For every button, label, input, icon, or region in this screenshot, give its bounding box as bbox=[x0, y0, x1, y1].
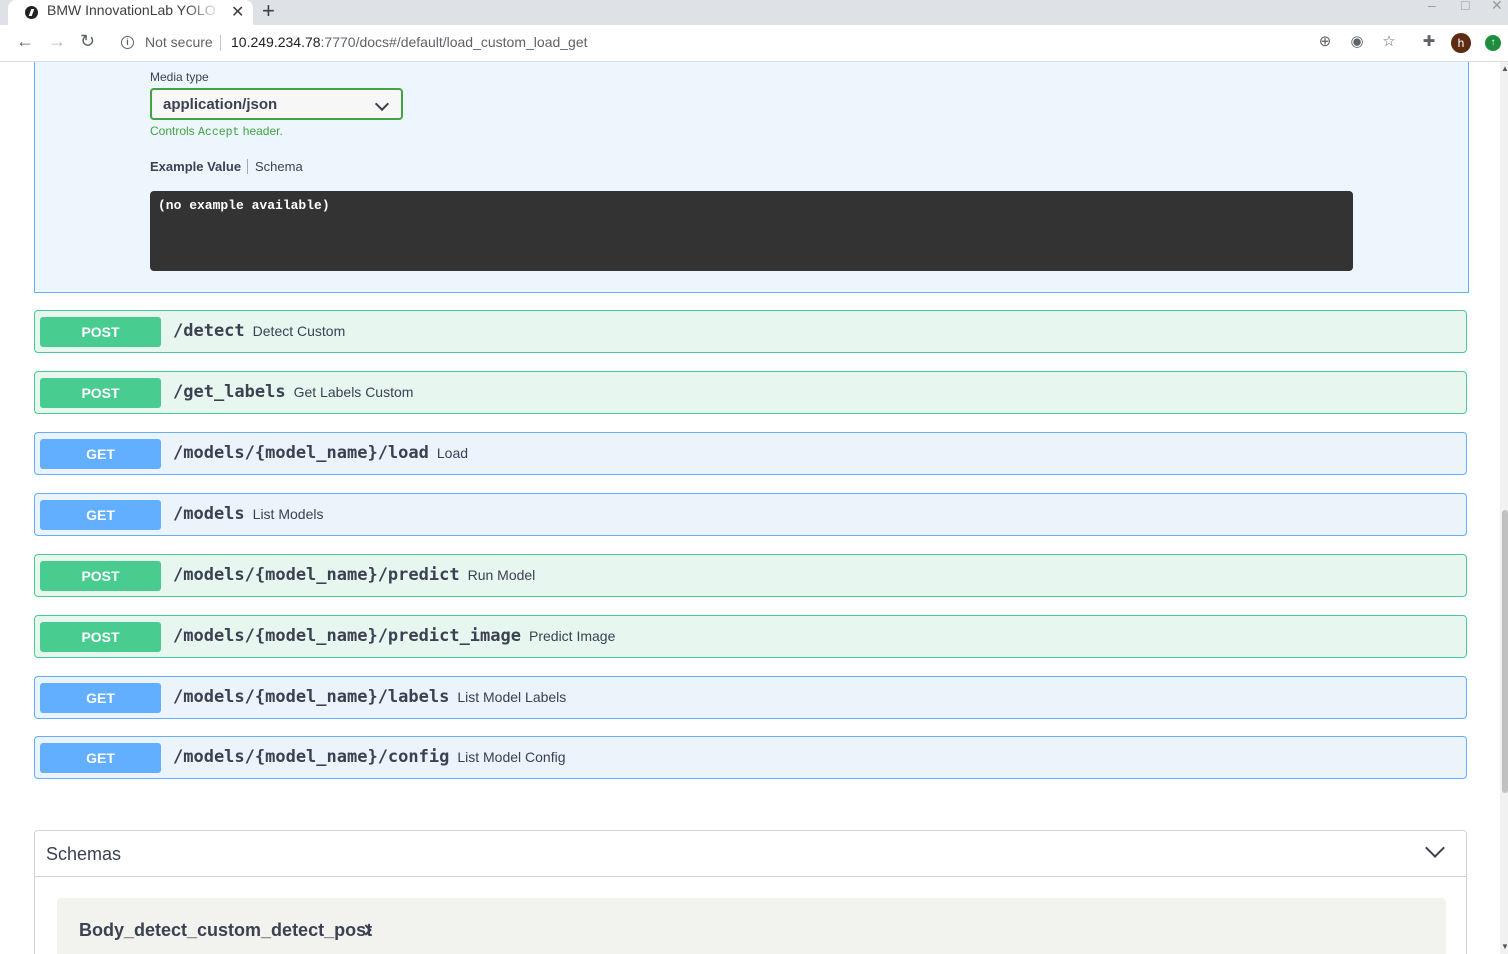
operation-row[interactable]: GET/models/{model_name}/config List Model… bbox=[34, 736, 1467, 779]
close-tab-icon[interactable]: ✕ bbox=[231, 2, 244, 22]
operation-path: /models List Models bbox=[173, 504, 323, 524]
schema-model-name: Body_detect_custom_detect_post bbox=[79, 920, 373, 940]
method-badge: POST bbox=[40, 378, 161, 408]
operation-path: /models/{model_name}/config List Model Co… bbox=[173, 747, 566, 767]
operation-summary: List Models bbox=[252, 506, 324, 522]
forward-arrow-icon[interactable]: → bbox=[48, 31, 66, 52]
operation-summary: Run Model bbox=[467, 567, 536, 583]
example-text: (no example available) bbox=[158, 198, 330, 213]
scroll-up-arrow-icon[interactable]: ▲ bbox=[1501, 64, 1508, 73]
schema-model[interactable]: Body_detect_custom_detect_post bbox=[57, 898, 1446, 954]
example-code-block: (no example available) bbox=[150, 191, 1353, 271]
browser-tab[interactable]: BMW InnovationLab YOLO ✕ bbox=[8, 0, 253, 25]
operation-row[interactable]: POST/detect Detect Custom bbox=[34, 310, 1467, 353]
media-type-label: Media type bbox=[150, 70, 209, 84]
operation-row[interactable]: GET/models/{model_name}/labels List Model… bbox=[34, 676, 1467, 719]
minimize-icon[interactable]: – bbox=[1428, 0, 1436, 13]
zoom-icon[interactable]: ⊕ bbox=[1316, 33, 1334, 51]
schemas-header[interactable]: Schemas bbox=[35, 831, 1466, 877]
tracking-eye-icon[interactable]: ◉ bbox=[1348, 33, 1366, 51]
browser-toolbar: ← → ↻ i Not secure 10.249.234.78:7770/do… bbox=[0, 25, 1508, 62]
not-secure-label: Not secure bbox=[145, 34, 213, 50]
address-bar[interactable]: 10.249.234.78:7770/docs#/default/load_cu… bbox=[231, 34, 588, 50]
operation-path: /detect Detect Custom bbox=[173, 321, 345, 341]
media-type-select[interactable]: application/json bbox=[150, 88, 403, 120]
reload-icon[interactable]: ↻ bbox=[80, 31, 95, 52]
operation-row[interactable]: POST/get_labels Get Labels Custom bbox=[34, 371, 1467, 414]
scrollbar-thumb[interactable] bbox=[1502, 510, 1508, 793]
operation-row[interactable]: GET/models/{model_name}/load Load bbox=[34, 432, 1467, 475]
url-host: 10.249.234.78 bbox=[231, 34, 321, 50]
maximize-icon[interactable]: □ bbox=[1461, 0, 1469, 13]
operation-path-text: /models/{model_name}/predict bbox=[173, 565, 460, 585]
operation-summary: Detect Custom bbox=[252, 323, 346, 339]
tab-example-value[interactable]: Example Value bbox=[150, 159, 241, 174]
tab-schema[interactable]: Schema bbox=[255, 159, 303, 174]
operation-path-text: /models/{model_name}/predict_image bbox=[173, 626, 521, 646]
scroll-down-arrow-icon[interactable]: ▼ bbox=[1501, 942, 1508, 951]
operation-path: /models/{model_name}/labels List Model La… bbox=[173, 687, 566, 707]
operation-path-text: /detect bbox=[173, 321, 245, 341]
address-separator bbox=[220, 35, 221, 51]
operation-row[interactable]: GET/models List Models bbox=[34, 493, 1467, 536]
window-close-icon[interactable]: ✕ bbox=[1491, 0, 1503, 14]
operation-path-text: /get_labels bbox=[173, 382, 286, 402]
tab-title: BMW InnovationLab YOLO bbox=[47, 2, 216, 18]
operation-path: /models/{model_name}/predict_image Predic… bbox=[173, 626, 615, 646]
operation-path-text: /models/{model_name}/labels bbox=[173, 687, 450, 707]
media-type-value: application/json bbox=[163, 96, 278, 113]
favicon-icon bbox=[25, 6, 38, 19]
chevron-down-icon bbox=[374, 96, 390, 112]
operation-summary: List Model Config bbox=[457, 749, 566, 765]
method-badge: POST bbox=[40, 561, 161, 591]
operation-path-text: /models/{model_name}/config bbox=[173, 747, 450, 767]
operation-path: /get_labels Get Labels Custom bbox=[173, 382, 413, 402]
tab-divider bbox=[247, 159, 248, 174]
controls-accept-note: Controls Accept header. bbox=[150, 124, 283, 139]
chevron-down-icon[interactable] bbox=[1425, 838, 1445, 858]
profile-avatar[interactable]: h bbox=[1451, 33, 1471, 53]
method-badge: POST bbox=[40, 622, 161, 652]
operation-row[interactable]: POST/models/{model_name}/predict Run Mode… bbox=[34, 554, 1467, 597]
bookmark-star-icon[interactable]: ☆ bbox=[1380, 33, 1398, 51]
operation-summary: Get Labels Custom bbox=[293, 384, 414, 400]
new-tab-button[interactable]: + bbox=[262, 0, 275, 24]
method-badge: GET bbox=[40, 683, 161, 713]
swagger-page: Media type application/json Controls Acc… bbox=[0, 62, 1500, 954]
back-arrow-icon[interactable]: ← bbox=[16, 31, 34, 52]
method-badge: GET bbox=[40, 500, 161, 530]
operation-row[interactable]: POST/models/{model_name}/predict_image Pr… bbox=[34, 615, 1467, 658]
method-badge: GET bbox=[40, 439, 161, 469]
schemas-title: Schemas bbox=[46, 844, 122, 864]
operation-summary: List Model Labels bbox=[457, 689, 567, 705]
url-path: :7770/docs#/default/load_custom_load_get bbox=[320, 34, 588, 50]
extensions-puzzle-icon[interactable]: ✚ bbox=[1420, 33, 1438, 51]
method-badge: GET bbox=[40, 743, 161, 773]
operation-path-text: /models/{model_name}/load bbox=[173, 443, 429, 463]
scrollbar-track[interactable] bbox=[1500, 62, 1508, 954]
site-info-icon[interactable]: i bbox=[121, 36, 134, 49]
operation-summary: Predict Image bbox=[529, 628, 616, 644]
schemas-section: Schemas Body_detect_custom_detect_post bbox=[34, 830, 1467, 954]
operation-path: /models/{model_name}/load Load bbox=[173, 443, 468, 463]
operation-path-text: /models bbox=[173, 504, 245, 524]
operation-path: /models/{model_name}/predict Run Model bbox=[173, 565, 535, 585]
operation-summary: Load bbox=[436, 445, 469, 461]
extension-icon[interactable]: ↑ bbox=[1485, 35, 1501, 51]
tab-strip: BMW InnovationLab YOLO ✕ + – □ ✕ bbox=[0, 0, 1508, 25]
method-badge: POST bbox=[40, 317, 161, 347]
